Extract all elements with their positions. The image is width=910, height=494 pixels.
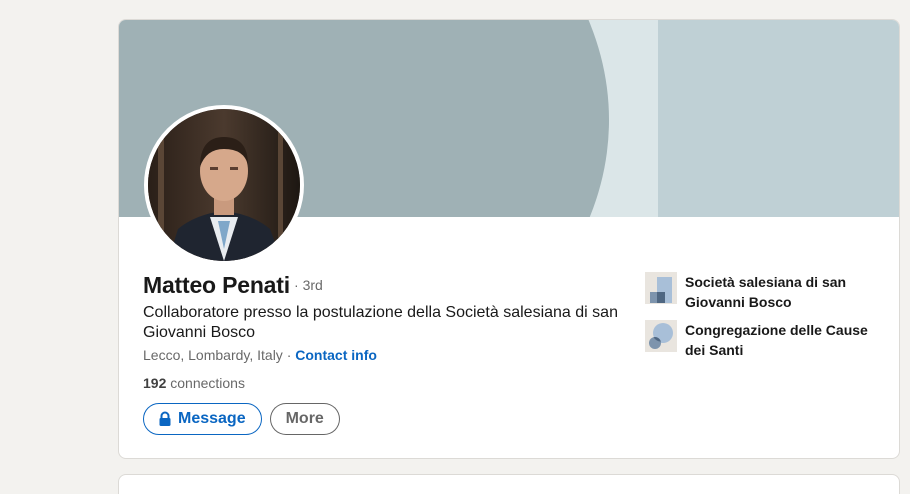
current-company-link[interactable]: Società salesiana di san Giovanni Bosco (645, 272, 885, 312)
lock-icon (159, 411, 171, 426)
connection-degree-badge: 3rd (302, 277, 323, 293)
degree-separator: · (293, 277, 299, 293)
education-name: Congregazione delle Cause dei Santi (685, 322, 868, 358)
profile-headline: Collaboratore presso la postulazione del… (143, 304, 618, 341)
connections-label: connections (170, 375, 245, 391)
profile-photo-image (148, 109, 300, 261)
profile-top-card: Matteo Penati · 3rd Collaboratore presso l… (118, 19, 900, 459)
message-button-label: Message (178, 410, 246, 427)
contact-info-link[interactable]: Contact info (295, 347, 377, 363)
current-company-name: Società salesiana di san Giovanni Bosco (685, 274, 847, 310)
location-separator: · (282, 347, 296, 363)
education-link[interactable]: Congregazione delle Cause dei Santi (645, 320, 885, 360)
connections-count-row[interactable]: 192 connections (143, 375, 245, 391)
profile-page: Matteo Penati · 3rd Collaboratore presso l… (0, 0, 910, 494)
profile-name: Matteo Penati (143, 272, 290, 298)
profile-location-row: Lecco, Lombardy, Italy · Contact info (143, 347, 377, 363)
profile-organizations: Società salesiana di san Giovanni Bosco … (645, 272, 885, 368)
more-actions-button[interactable]: More (269, 403, 340, 435)
profile-actions: Message More (143, 403, 340, 435)
school-logo-icon (645, 320, 677, 352)
next-section-card (118, 474, 900, 494)
connections-count: 192 (143, 375, 167, 391)
profile-name-row: Matteo Penati · 3rd (143, 272, 323, 299)
profile-photo[interactable] (144, 105, 304, 265)
profile-location: Lecco, Lombardy, Italy (143, 347, 283, 363)
more-button-label: More (285, 410, 324, 427)
company-logo-icon (645, 272, 677, 304)
message-button[interactable]: Message (143, 403, 262, 435)
